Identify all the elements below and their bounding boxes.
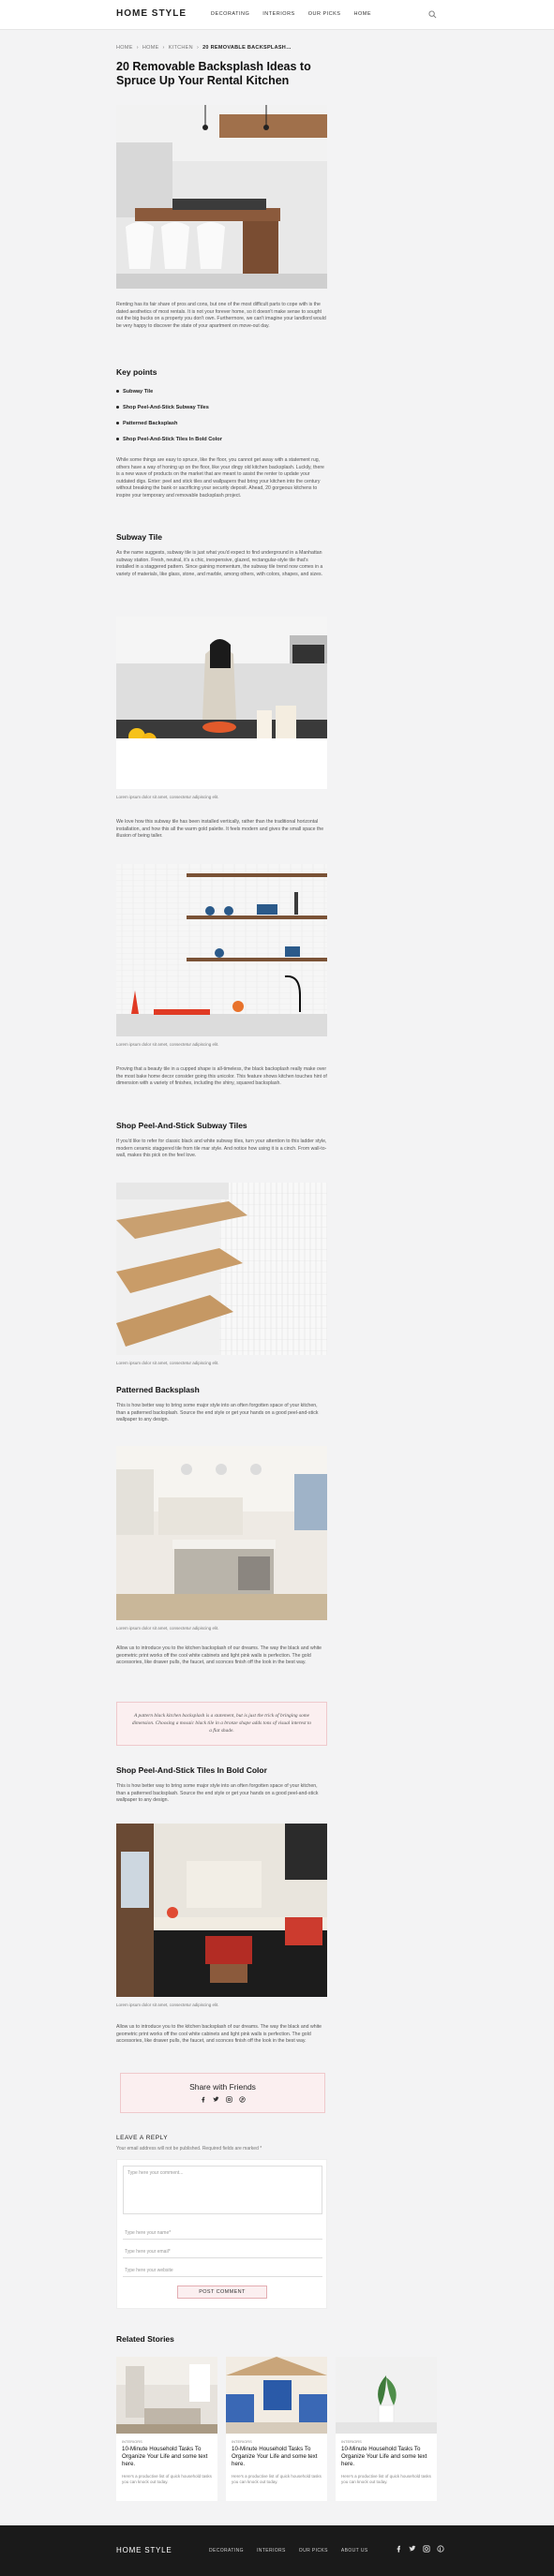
main-nav: DECORATING INTERIORS OUR PICKS HOME: [211, 11, 371, 17]
twitter-icon[interactable]: [409, 2545, 416, 2553]
twitter-icon[interactable]: [213, 2096, 219, 2103]
instagram-icon[interactable]: [423, 2545, 430, 2553]
page-title: 20 Removable Backsplash Ideas to Spruce …: [116, 60, 311, 87]
footer-logo[interactable]: HOME STYLE: [116, 2546, 172, 2554]
vertical-tile-paragraph: We love how this subway tile has been in…: [116, 819, 324, 840]
image-caption: Lorem ipsum dolor sit amet, consectetur …: [116, 2003, 219, 2007]
wood-shelves-image: [116, 1183, 327, 1355]
patterned-paragraph: This is how better way to bring some maj…: [116, 1403, 319, 1423]
related-card-excerpt: Here's a productive list of quick househ…: [341, 2474, 431, 2484]
breadcrumb-item[interactable]: HOME: [116, 45, 133, 51]
site-footer: HOME STYLE DECORATING INTERIORS OUR PICK…: [0, 2525, 554, 2576]
nav-item-decorating[interactable]: DECORATING: [211, 11, 249, 17]
comment-form: Type here your comment... Type here your…: [116, 2159, 327, 2309]
post-comment-button[interactable]: POST COMMENT: [177, 2286, 267, 2299]
related-card-image: [336, 2357, 437, 2434]
bold-kitchen-image: [116, 1824, 327, 1997]
reply-title: LEAVE A REPLY: [116, 2135, 169, 2141]
image-caption: Lorem ipsum dolor sit amet, consectetur …: [116, 1042, 219, 1047]
bullet-icon: [116, 438, 119, 440]
pinterest-icon[interactable]: [239, 2096, 246, 2103]
body-paragraph: While some things are easy to spruce, li…: [116, 457, 324, 499]
facebook-icon[interactable]: [200, 2096, 206, 2103]
related-title: Related Stories: [116, 2334, 174, 2344]
share-title: Share with Friends: [189, 2082, 256, 2092]
peel-paragraph: If you'd like to refer for classic black…: [116, 1139, 327, 1159]
share-icons: [121, 2096, 324, 2103]
instagram-icon[interactable]: [226, 2096, 232, 2103]
related-card-excerpt: Here's a productive list of quick househ…: [232, 2474, 322, 2484]
kitchen-island-image: [116, 1446, 327, 1620]
breadcrumb-separator: ›: [136, 45, 139, 51]
breadcrumb-separator: ›: [162, 45, 165, 51]
reply-note: Your email address will not be published…: [116, 2146, 262, 2152]
search-icon[interactable]: [428, 10, 437, 19]
footer-nav-decorating[interactable]: DECORATING: [209, 2548, 244, 2554]
comment-textarea[interactable]: Type here your comment...: [123, 2166, 322, 2214]
kitchen-shelves-image: [116, 864, 327, 1036]
breadcrumb: HOME › HOME › KITCHEN › 20 REMOVABLE BACKSP…: [116, 45, 292, 51]
name-field[interactable]: Type here your name*: [123, 2227, 322, 2240]
related-card-image: [226, 2357, 327, 2434]
related-card-category: INTERIORS: [232, 2439, 252, 2444]
related-card-excerpt: Here's a productive list of quick househ…: [122, 2474, 212, 2484]
related-card-category: INTERIORS: [122, 2439, 142, 2444]
image-caption: Lorem ipsum dolor sit amet, consectetur …: [116, 795, 219, 799]
bullet-icon: [116, 422, 119, 424]
patterned-paragraph-2: Allow us to introduce you to the kitchen…: [116, 1645, 322, 1666]
key-points-list: Subway Tile Shop Peel-And-Stick Subway T…: [116, 383, 222, 447]
breadcrumb-separator: ›: [196, 45, 200, 51]
image-caption: Lorem ipsum dolor sit amet, consectetur …: [116, 1626, 219, 1630]
image-caption: Lorem ipsum dolor sit amet, consectetur …: [116, 1361, 219, 1365]
key-point-item[interactable]: Subway Tile: [116, 383, 222, 399]
patterned-heading: Patterned Backsplash: [116, 1385, 200, 1394]
nav-item-home[interactable]: HOME: [353, 11, 371, 17]
intro-paragraph: Renting has its fair share of pros and c…: [116, 302, 326, 329]
peel-heading: Shop Peel-And-Stick Subway Tiles: [116, 1121, 247, 1130]
facebook-icon[interactable]: [395, 2545, 402, 2553]
footer-nav-interiors[interactable]: INTERIORS: [257, 2548, 286, 2554]
key-point-item[interactable]: Patterned Backsplash: [116, 415, 222, 431]
subway-heading: Subway Tile: [116, 532, 162, 542]
subway-paragraph: As the name suggests, subway tile is jus…: [116, 550, 323, 577]
share-box: Share with Friends: [120, 2073, 325, 2113]
breadcrumb-item[interactable]: KITCHEN: [169, 45, 193, 51]
related-card-image: [116, 2357, 217, 2434]
pinterest-icon[interactable]: [437, 2545, 444, 2553]
nav-item-our-picks[interactable]: OUR PICKS: [308, 11, 341, 17]
related-card[interactable]: INTERIORS 10-Minute Household Tasks To O…: [226, 2357, 327, 2501]
marble-paragraph: Proving that a beauty tile in a cupped s…: [116, 1066, 327, 1087]
footer-social: [395, 2545, 444, 2553]
bullet-icon: [116, 390, 119, 393]
bullet-icon: [116, 406, 119, 409]
key-point-item[interactable]: Shop Peel-And-Stick Tiles In Bold Color: [116, 431, 222, 447]
bold-paragraph-2: Allow us to introduce you to the kitchen…: [116, 2024, 322, 2045]
footer-nav: DECORATING INTERIORS OUR PICKS ABOUT US: [209, 2548, 368, 2554]
bold-paragraph: This is how better way to bring some maj…: [116, 1783, 319, 1804]
key-points-heading: Key points: [116, 367, 157, 377]
related-card-title[interactable]: 10-Minute Household Tasks To Organize Yo…: [341, 2446, 431, 2468]
related-card[interactable]: INTERIORS 10-Minute Household Tasks To O…: [336, 2357, 437, 2501]
bold-heading: Shop Peel-And-Stick Tiles In Bold Color: [116, 1765, 267, 1775]
footer-nav-our-picks[interactable]: OUR PICKS: [299, 2548, 328, 2554]
site-header: HOME STYLE DECORATING INTERIORS OUR PICK…: [0, 0, 554, 30]
site-logo[interactable]: HOME STYLE: [116, 8, 187, 19]
hero-kitchen-image: [116, 105, 327, 289]
pull-quote: A pattern black kitchen backsplash is a …: [116, 1702, 327, 1746]
footer-nav-about[interactable]: ABOUT US: [341, 2548, 368, 2554]
related-card-title[interactable]: 10-Minute Household Tasks To Organize Yo…: [232, 2446, 322, 2468]
breadcrumb-item[interactable]: HOME: [142, 45, 159, 51]
key-point-item[interactable]: Shop Peel-And-Stick Subway Tiles: [116, 399, 222, 415]
related-card-category: INTERIORS: [341, 2439, 362, 2444]
breadcrumb-current: 20 REMOVABLE BACKSPLASH…: [202, 45, 292, 51]
email-field[interactable]: Type here your email*: [123, 2246, 322, 2258]
nav-item-interiors[interactable]: INTERIORS: [262, 11, 294, 17]
related-card[interactable]: INTERIORS 10-Minute Household Tasks To O…: [116, 2357, 217, 2501]
related-card-title[interactable]: 10-Minute Household Tasks To Organize Yo…: [122, 2446, 212, 2468]
kitchen-cooking-image: [116, 617, 327, 789]
website-field[interactable]: Type here your website: [123, 2265, 322, 2277]
